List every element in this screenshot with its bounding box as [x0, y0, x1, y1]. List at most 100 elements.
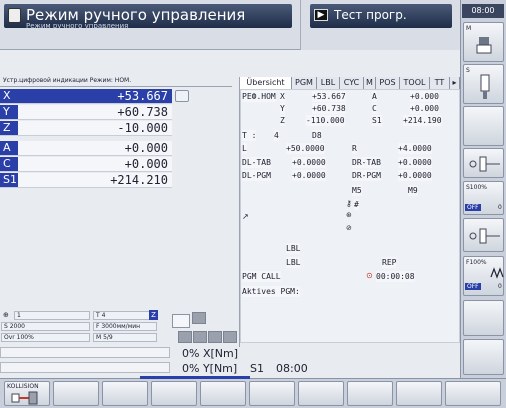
programming-mode-bar[interactable]: ▶ Тест прогр. — [310, 4, 452, 28]
m5-code: M5 — [352, 185, 362, 196]
hash-marker: # — [354, 199, 359, 210]
operating-mode-bar[interactable]: Режим ручного управления Режим ручного у… — [4, 4, 292, 30]
empty-softkey-1[interactable] — [463, 106, 504, 146]
program-run-icon: ▶ — [314, 9, 328, 21]
tab-pgm[interactable]: PGM — [292, 77, 317, 89]
feed-zero-label: 0 — [498, 283, 502, 290]
pgm-call-label: PGM CALL — [242, 271, 281, 282]
softkey-5[interactable] — [200, 381, 246, 406]
overview-value-x: +53.667 — [312, 91, 346, 102]
overview-value-s1: +214.190 — [403, 115, 442, 126]
m9-code: M9 — [408, 185, 418, 196]
tab-tt[interactable]: TT — [430, 77, 450, 89]
collision-icon — [11, 391, 38, 405]
screen: { "header": { "mode_title": "Режим ручно… — [0, 0, 506, 408]
operating-mode-subtitle: Режим ручного управления — [26, 22, 129, 30]
tool-l-label: L — [242, 143, 247, 154]
status-indicator — [208, 331, 222, 343]
jog-axis-icon-2 — [469, 228, 500, 244]
softkey-7[interactable] — [298, 381, 344, 406]
tab-pos[interactable]: POS — [376, 77, 400, 89]
softkey-6[interactable] — [249, 381, 295, 406]
dr-tab-value: +0.0000 — [398, 157, 432, 168]
axis-jog-softkey-2[interactable] — [463, 218, 504, 252]
m-function-softkey[interactable]: M — [463, 22, 504, 62]
tab-tool[interactable]: TOOL — [400, 77, 430, 89]
load-y-label: 0% Y[Nm] — [182, 362, 238, 375]
position-display-title: Устр.цифровой индикации Режим: НОМ. — [0, 77, 232, 87]
dl-pgm-label: DL-PGM — [242, 170, 271, 181]
overview-axis-s1: S1 — [372, 115, 382, 126]
axis-name: X — [3, 89, 11, 102]
feed-override-softkey[interactable]: F100% OFF 0 — [463, 256, 504, 296]
softkey-9[interactable] — [396, 381, 442, 406]
dl-tab-label: DL-TAB — [242, 157, 271, 168]
overview-value-c: +0.000 — [410, 103, 439, 114]
axis-row-x[interactable]: X +53.667 — [0, 89, 172, 104]
dl-tab-value: +0.0000 — [292, 157, 326, 168]
softkey-8[interactable] — [347, 381, 393, 406]
axis-jog-softkey[interactable] — [463, 148, 504, 178]
tab-m[interactable]: M — [364, 77, 376, 89]
feed-off-badge: OFF — [465, 283, 481, 290]
axis-value: +0.000 — [124, 141, 168, 155]
softkey-2[interactable] — [53, 381, 99, 406]
tool-t-label: T : — [242, 130, 257, 141]
overview-value-a: +0.000 — [410, 91, 439, 102]
rotation-icon: ⊛ — [346, 211, 352, 219]
spindle-axis-status: 1 — [14, 311, 90, 320]
spindle-status-icon: ⊕ — [3, 311, 9, 319]
spindle-off-badge: OFF — [465, 204, 481, 211]
axis-row-c[interactable]: C +0.000 — [0, 157, 172, 172]
empty-softkey-2[interactable] — [463, 300, 504, 336]
timer-icon: ⊙ — [366, 271, 373, 280]
s-softkey-label: S — [466, 67, 470, 74]
feed-override-label: F100% — [466, 259, 487, 266]
axis-row-y[interactable]: Y +60.738 — [0, 105, 172, 120]
load-bar-y — [0, 362, 170, 373]
lbl-label-2: LBL — [286, 257, 301, 268]
panel-divider — [232, 77, 240, 347]
basic-rotation-icon: ⊘ — [346, 224, 352, 232]
tab-scroll-right-icon[interactable]: ▸ — [450, 77, 460, 89]
axis-value: +214.210 — [110, 173, 168, 187]
softkey-3[interactable] — [102, 381, 148, 406]
position-edit-icon[interactable] — [175, 90, 189, 102]
kollision-label: KOLLISION — [7, 383, 39, 390]
axis-row-s1[interactable]: S1 +214.210 — [0, 173, 172, 188]
overview-axis-z: Z — [280, 115, 285, 126]
softkey-10[interactable] — [445, 381, 501, 406]
softkey-page-indicator — [140, 376, 250, 379]
softkey-4[interactable] — [151, 381, 197, 406]
tab-overview[interactable]: Übersicht — [240, 77, 292, 89]
tool-l-value: +50.0000 — [286, 143, 325, 154]
spindle-override-label: S100% — [466, 184, 487, 191]
spindle-zero-label: 0 — [498, 204, 502, 211]
overview-axis-x: X — [280, 91, 285, 102]
spindle-speed-status: S 2000 — [1, 322, 90, 331]
status-indicator — [192, 312, 206, 324]
ref-label: РЕФ.НОМ — [242, 91, 276, 102]
tab-cyc[interactable]: CYC — [340, 77, 364, 89]
axis-row-a[interactable]: A +0.000 — [0, 141, 172, 156]
axis-name: S1 — [0, 173, 18, 187]
dl-pgm-value: +0.0000 — [292, 170, 326, 181]
softkey-kollision[interactable]: KOLLISION — [4, 381, 50, 406]
tab-lbl[interactable]: LBL — [317, 77, 340, 89]
m-function-status: M 5/9 — [93, 333, 157, 342]
axis-value: +0.000 — [124, 157, 168, 171]
overview-value-z: -110.000 — [306, 115, 345, 126]
tool-t-number: 4 — [274, 130, 279, 141]
spindle-icon — [480, 74, 490, 99]
clock: 08:00 — [462, 4, 504, 18]
status-tab-bar: Übersicht PGM LBL CYC M POS TOOL TT ▸ — [240, 77, 460, 89]
axis-row-z[interactable]: Z -10.000 — [0, 121, 172, 136]
s-function-softkey[interactable]: S — [463, 64, 504, 104]
overview-axis-c: C — [372, 103, 377, 114]
dr-pgm-label: DR-PGM — [352, 170, 381, 181]
load-bar-x — [0, 347, 170, 358]
empty-softkey-3[interactable] — [463, 339, 504, 375]
active-pgm-label: Aktives PGM: — [242, 286, 300, 297]
m-function-icon — [476, 37, 492, 54]
spindle-override-softkey[interactable]: S100% OFF 0 — [463, 181, 504, 215]
